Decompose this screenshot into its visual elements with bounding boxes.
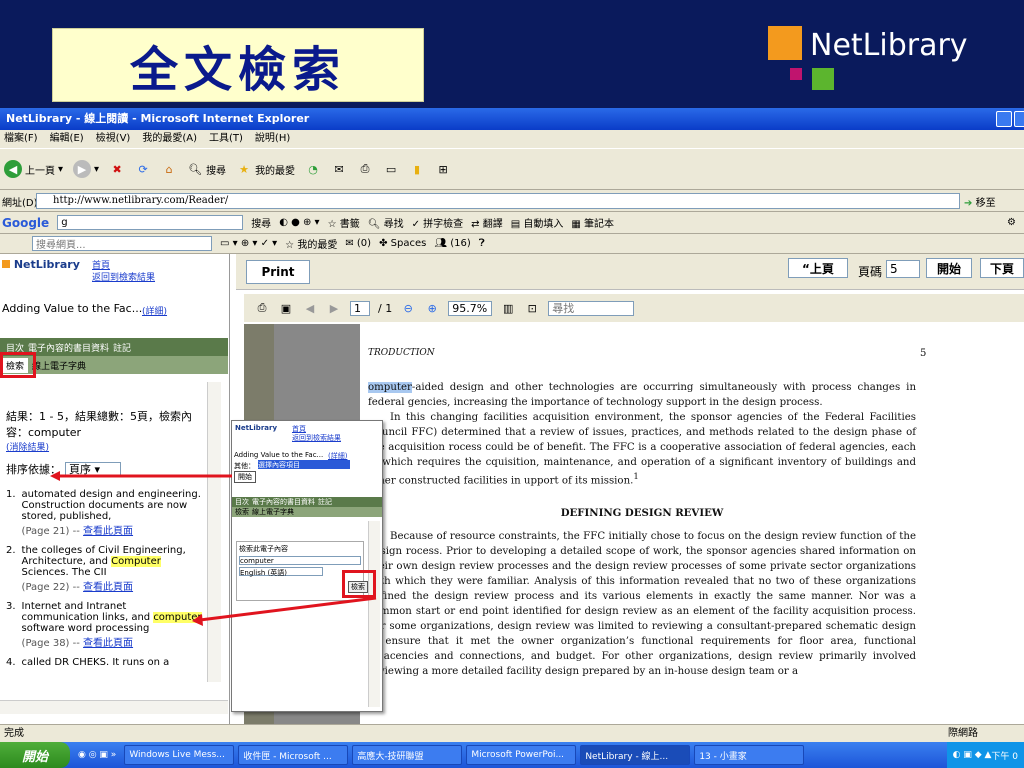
mail-link[interactable]: ✉ (0) <box>345 238 371 249</box>
spellcheck-button[interactable]: ✓ 拼字檢查 <box>412 215 464 230</box>
mail-icon[interactable]: ✉ <box>331 161 347 177</box>
menu-help[interactable]: 說明(H) <box>255 130 290 148</box>
task-item[interactable]: 高應大-技研聯盟 <box>352 745 463 765</box>
stop-icon[interactable]: ✖ <box>109 161 125 177</box>
folder-icon[interactable]: ▮ <box>409 161 425 177</box>
arrow-to-results <box>199 596 377 622</box>
google-toolbar-icons[interactable]: ◐ ● ⊕ ▾ <box>279 217 319 228</box>
arrow-head-results <box>192 614 203 626</box>
slide-title-box: 全文檢索 <box>52 28 424 102</box>
slide-title: 全文檢索 <box>129 42 346 98</box>
web-search-input[interactable]: 搜尋網頁... <box>32 236 212 251</box>
links-icons[interactable]: ▭ ▾ ⊕ ▾ ✓ ▾ <box>220 238 277 249</box>
settings-icon[interactable]: ⚙ <box>1007 217 1024 228</box>
magnifier-icon: 🔍︎ <box>188 162 203 176</box>
window-titlebar: NetLibrary - 線上閱讀 - Microsoft Internet E… <box>0 108 1024 130</box>
ie-window: NetLibrary - 線上閱讀 - Microsoft Internet E… <box>0 108 1024 768</box>
address-input[interactable]: http://www.netlibrary.com/Reader/ <box>36 193 960 209</box>
status-text: 完成 <box>4 728 24 739</box>
netlibrary-logo: NetLibrary <box>768 26 998 94</box>
menu-edit[interactable]: 編輯(E) <box>50 130 84 148</box>
history-icon[interactable]: ◔ <box>305 161 321 177</box>
print-icon[interactable]: ⎙ <box>357 161 373 177</box>
links-bar: 搜尋網頁... ▭ ▾ ⊕ ▾ ✓ ▾ ☆ 我的最愛 ✉ (0) ✤ Space… <box>0 234 1024 254</box>
home-icon[interactable]: ⌂ <box>161 161 177 177</box>
forward-button[interactable]: ▶ ▾ <box>73 160 99 178</box>
back-button[interactable]: ◀ 上一頁 ▾ <box>4 160 63 178</box>
address-bar: 網址(D) http://www.netlibrary.com/Reader/ … <box>0 190 1024 212</box>
menu-view[interactable]: 檢視(V) <box>96 130 131 148</box>
notebook-button[interactable]: ▦ 筆記本 <box>571 215 614 230</box>
quick-launch-icons[interactable]: ◉ ◎ ▣ » <box>74 750 120 760</box>
go-button[interactable]: ➔ 移至 <box>964 194 996 209</box>
tray-icons[interactable]: ◐ ▣ ◆ ▲ <box>953 750 992 760</box>
search-button[interactable]: 🔍︎ 搜尋 <box>187 161 226 177</box>
google-toolbar: Google g 搜尋 ◐ ● ⊕ ▾ ☆ 書籤 🔍︎ 尋找 ✓ 拼字檢查 ⇄ … <box>0 212 1024 234</box>
zone-text: 際網路 <box>948 728 978 739</box>
spaces-link[interactable]: ✤ Spaces <box>379 238 426 249</box>
back-arrow-icon: ◀ <box>4 160 22 178</box>
favorites-button[interactable]: ★ 我的最愛 <box>236 161 295 177</box>
logo-square-green <box>812 68 834 90</box>
task-item-active[interactable]: NetLibrary - 線上... <box>580 745 691 765</box>
menu-tools[interactable]: 工具(T) <box>209 130 243 148</box>
task-item[interactable]: 13 - 小畫家 <box>694 745 805 765</box>
refresh-icon[interactable]: ⟳ <box>135 161 151 177</box>
menu-bar: 檔案(F) 編輯(E) 檢視(V) 我的最愛(A) 工具(T) 說明(H) <box>0 130 1024 148</box>
go-arrow-icon: ➔ <box>964 198 973 209</box>
autofill-button[interactable]: ▤ 自動填入 <box>511 215 564 230</box>
maximize-button[interactable] <box>1014 111 1024 127</box>
arrow-head-left <box>50 471 60 481</box>
star-icon: ★ <box>239 162 249 176</box>
task-item[interactable]: Microsoft PowerPoi... <box>466 745 577 765</box>
window-title: NetLibrary - 線上閱讀 - Microsoft Internet E… <box>6 112 310 125</box>
bookmarks-button[interactable]: ☆ 書籤 <box>328 215 360 230</box>
google-logo: Google <box>2 215 50 230</box>
google-search-input[interactable]: g <box>57 215 244 230</box>
google-search-button[interactable]: 搜尋 <box>251 215 271 230</box>
status-bar: 完成 際網路 <box>0 724 1024 742</box>
logo-square-orange <box>768 26 802 60</box>
address-label: 網址(D) <box>2 198 38 209</box>
logo-text: NetLibrary <box>810 28 968 63</box>
clock: 下午 0 <box>991 751 1018 762</box>
browser-content: NetLibrary 首頁 返回到檢索結果 Adding Value to th… <box>0 254 1024 724</box>
contacts-link[interactable]: 👥︎ (16) <box>434 238 470 249</box>
task-item[interactable]: Windows Live Mess... <box>124 745 235 765</box>
translate-button[interactable]: ⇄ 翻譯 <box>471 215 503 230</box>
taskbar: 開始 ◉ ◎ ▣ » Windows Live Mess... 收件匣 - Mi… <box>0 742 1024 768</box>
minimize-button[interactable] <box>996 111 1012 127</box>
messenger-icon[interactable]: ⊞ <box>435 161 451 177</box>
edit-icon[interactable]: ▭ <box>383 161 399 177</box>
find-button[interactable]: 🔍︎ 尋找 <box>368 215 404 230</box>
logo-square-magenta <box>790 68 802 80</box>
start-button[interactable]: 開始 <box>0 742 70 768</box>
annotation-arrows <box>50 471 377 626</box>
help-icon[interactable]: ❓︎ <box>479 238 485 249</box>
task-item[interactable]: 收件匣 - Microsoft ... <box>238 745 349 765</box>
standard-toolbar: ◀ 上一頁 ▾ ▶ ▾ ✖ ⟳ ⌂ 🔍︎ 搜尋 ★ 我的最愛 ◔ ✉ ⎙ ▭ ▮… <box>0 148 1024 190</box>
menu-favorites[interactable]: 我的最愛(A) <box>142 130 197 148</box>
system-tray: ◐ ▣ ◆ ▲ 下午 0 <box>946 742 1024 768</box>
menu-file[interactable]: 檔案(F) <box>4 130 38 148</box>
forward-arrow-icon: ▶ <box>73 160 92 178</box>
favorites-link[interactable]: ☆ 我的最愛 <box>285 236 337 251</box>
